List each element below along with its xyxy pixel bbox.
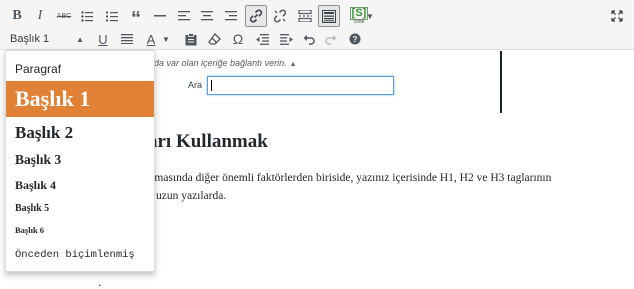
italic-button[interactable]: I (29, 5, 51, 27)
remove-link-button[interactable] (269, 5, 291, 27)
italic-icon: I (37, 8, 43, 23)
help-button[interactable]: ? (344, 28, 366, 50)
blockquote-button[interactable]: “ (125, 5, 147, 30)
link-search-hint[interactable]: da var olan içeriğe bağlantı verin. ▲ (154, 58, 297, 68)
help-icon: ? (349, 33, 361, 45)
format-option-label: Başlık 4 (15, 177, 57, 192)
bold-button[interactable]: B (6, 5, 28, 27)
format-option-label: Paragraf (15, 62, 62, 76)
clear-formatting-button[interactable] (203, 28, 225, 50)
align-center-button[interactable] (196, 5, 218, 27)
blockquote-icon: “ (131, 8, 141, 30)
format-select-value: Başlık 1 (10, 33, 50, 45)
text-color-dropdown-arrow[interactable]: ▼ (160, 28, 172, 50)
insert-link-button[interactable] (245, 5, 267, 27)
caret-down-icon: ▼ (162, 34, 170, 44)
undo-button[interactable] (298, 28, 320, 50)
align-justify-icon (121, 34, 133, 44)
format-select[interactable]: Başlık 1 ▲ (6, 29, 90, 49)
read-more-button[interactable] (294, 5, 316, 27)
kitchen-sink-icon (322, 9, 336, 23)
toolbar-toggle-button[interactable] (318, 5, 340, 27)
format-option-label: Başlık 1 (15, 86, 91, 111)
format-option-label: Başlık 5 (15, 202, 50, 214)
numbered-list-icon (106, 11, 118, 21)
format-option-label: Önceden biçimlenmiş (15, 249, 135, 261)
link-icon (249, 9, 263, 23)
fullscreen-button[interactable] (606, 5, 628, 27)
content-fragment: . (98, 275, 102, 289)
outdent-button[interactable] (251, 28, 273, 50)
shortcode-dropdown-arrow[interactable]: ▼ (364, 5, 376, 27)
align-left-button[interactable] (173, 5, 195, 27)
search-input[interactable] (207, 76, 394, 95)
unlink-icon (273, 9, 287, 23)
caret-down-icon: ▼ (366, 11, 374, 21)
undo-icon (303, 34, 315, 45)
align-right-button[interactable] (220, 5, 242, 27)
align-right-icon (225, 11, 237, 21)
format-option-preformatted[interactable]: Önceden biçimlenmiş (6, 244, 154, 266)
format-dropdown-menu: Paragraf Başlık 1 Başlık 2 Başlık 3 Başl… (5, 50, 155, 272)
bold-icon: B (12, 8, 22, 23)
horizontal-line-button[interactable] (149, 5, 171, 27)
format-option-heading-5[interactable]: Başlık 5 (6, 198, 154, 218)
format-option-paragraph[interactable]: Paragraf (6, 57, 154, 81)
format-option-heading-3[interactable]: Başlık 3 (6, 148, 154, 172)
text-color-button[interactable]: A (140, 28, 162, 50)
strikethrough-icon: ABC (56, 12, 72, 20)
align-left-icon (178, 11, 190, 21)
format-option-heading-6[interactable]: Başlık 6 (6, 220, 154, 240)
paste-as-text-button[interactable] (180, 28, 202, 50)
bullet-list-button[interactable] (76, 5, 98, 27)
strikethrough-button[interactable]: ABC (53, 5, 75, 27)
link-search-hint-text: da var olan içeriğe bağlantı verin. (154, 58, 287, 68)
redo-icon (325, 34, 337, 45)
text-cursor (211, 80, 212, 91)
justify-button[interactable] (116, 28, 138, 50)
horizontal-line-icon (154, 15, 166, 17)
link-search-panel: da var olan içeriğe bağlantı verin. ▲ Ara (140, 51, 502, 113)
fullscreen-icon (611, 10, 623, 22)
eraser-icon (207, 33, 221, 45)
indent-icon (279, 33, 293, 45)
numbered-list-button[interactable] (101, 5, 123, 27)
outdent-icon (255, 33, 269, 45)
text-color-icon: A (146, 31, 156, 47)
search-label: Ara (188, 80, 203, 90)
format-option-label: Başlık 6 (15, 225, 45, 235)
editor-toolbar: B I ABC “ [S] code ▼ Başlık 1 ▲ U A ▼ Ω … (0, 0, 634, 50)
svg-text:?: ? (353, 35, 358, 44)
clipboard-icon (185, 32, 197, 45)
align-center-icon (201, 11, 213, 21)
bullet-list-icon (81, 10, 93, 22)
content-paragraph-line-2: e uzun yazılarda. (148, 190, 227, 202)
special-character-button[interactable]: Ω (227, 28, 249, 50)
format-option-label: Başlık 2 (15, 123, 74, 142)
format-option-heading-2[interactable]: Başlık 2 (6, 120, 154, 146)
underline-button[interactable]: U (92, 28, 114, 50)
read-more-icon (298, 10, 312, 22)
redo-button[interactable] (320, 28, 342, 50)
format-option-heading-4[interactable]: Başlık 4 (6, 174, 154, 196)
caret-up-icon: ▲ (289, 61, 297, 68)
content-heading: arı Kullanmak (148, 131, 268, 152)
caret-up-icon: ▲ (76, 34, 84, 44)
underline-icon: U (98, 31, 108, 47)
format-option-heading-1[interactable]: Başlık 1 (6, 81, 154, 117)
format-option-label: Başlık 3 (15, 152, 62, 167)
omega-icon: Ω (232, 31, 244, 47)
shortcode-sub-label: code (353, 19, 365, 25)
indent-button[interactable] (275, 28, 297, 50)
content-paragraph-line-1: ılmasında diğer önemli faktörlerden biri… (148, 172, 552, 184)
